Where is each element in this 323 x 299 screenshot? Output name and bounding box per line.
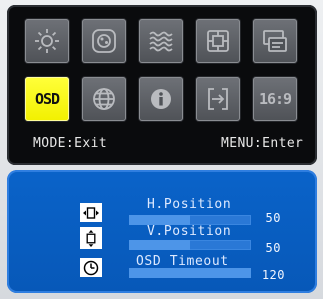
osd-timeout-slider-fill	[129, 268, 251, 278]
osd-settings-panel: H.Position 50 V.Position 50 OSD Timeout …	[7, 170, 317, 293]
v-position-button[interactable]	[80, 227, 102, 249]
input-source-icon	[263, 30, 287, 52]
timer-clock-icon	[83, 260, 99, 275]
noise-reduction-tile[interactable]	[139, 19, 183, 63]
osd-timeout-label: OSD Timeout	[136, 254, 229, 269]
h-position-button[interactable]	[80, 203, 102, 222]
osd-tile[interactable]: OSD	[25, 77, 69, 121]
horizontal-position-icon	[83, 206, 99, 219]
osd-timeout-value: 120	[261, 268, 285, 282]
picture-adjust-tile[interactable]	[196, 19, 240, 63]
v-position-slider-fill	[129, 240, 190, 250]
osd-timeout-button[interactable]	[80, 258, 102, 277]
osd-timeout-slider[interactable]	[129, 268, 251, 278]
v-position-label: V.Position	[147, 224, 232, 239]
information-icon	[151, 89, 171, 109]
mode-exit-hint: MODE:Exit	[33, 136, 108, 151]
information-tile[interactable]	[139, 77, 183, 121]
brightness-tile[interactable]	[25, 19, 69, 63]
monitor-bezel: OSD 16:9 MODE:Exit MENU:Enter H.Position…	[0, 0, 323, 299]
input-source-tile[interactable]	[253, 19, 297, 63]
menu-enter-hint: MENU:Enter	[221, 136, 304, 151]
language-tile[interactable]	[82, 77, 126, 121]
osd-icon: OSD	[34, 90, 60, 108]
noise-reduction-icon	[149, 31, 173, 52]
language-globe-icon	[93, 88, 115, 110]
v-position-slider[interactable]	[129, 240, 251, 250]
menu-icon-grid: OSD 16:9	[25, 19, 297, 121]
color-icon	[92, 29, 116, 53]
osd-main-menu: OSD 16:9 MODE:Exit MENU:Enter	[7, 5, 317, 165]
v-position-value: 50	[265, 241, 281, 255]
brightness-icon	[35, 29, 59, 53]
aspect-ratio-tile[interactable]: 16:9	[253, 77, 297, 121]
aspect-ratio-icon: 16:9	[258, 90, 292, 108]
h-position-label: H.Position	[147, 197, 232, 212]
reset-icon	[208, 88, 228, 110]
h-position-value: 50	[265, 211, 281, 225]
vertical-position-icon	[86, 229, 96, 247]
picture-adjust-icon	[207, 30, 229, 52]
color-tile[interactable]	[82, 19, 126, 63]
reset-tile[interactable]	[196, 77, 240, 121]
